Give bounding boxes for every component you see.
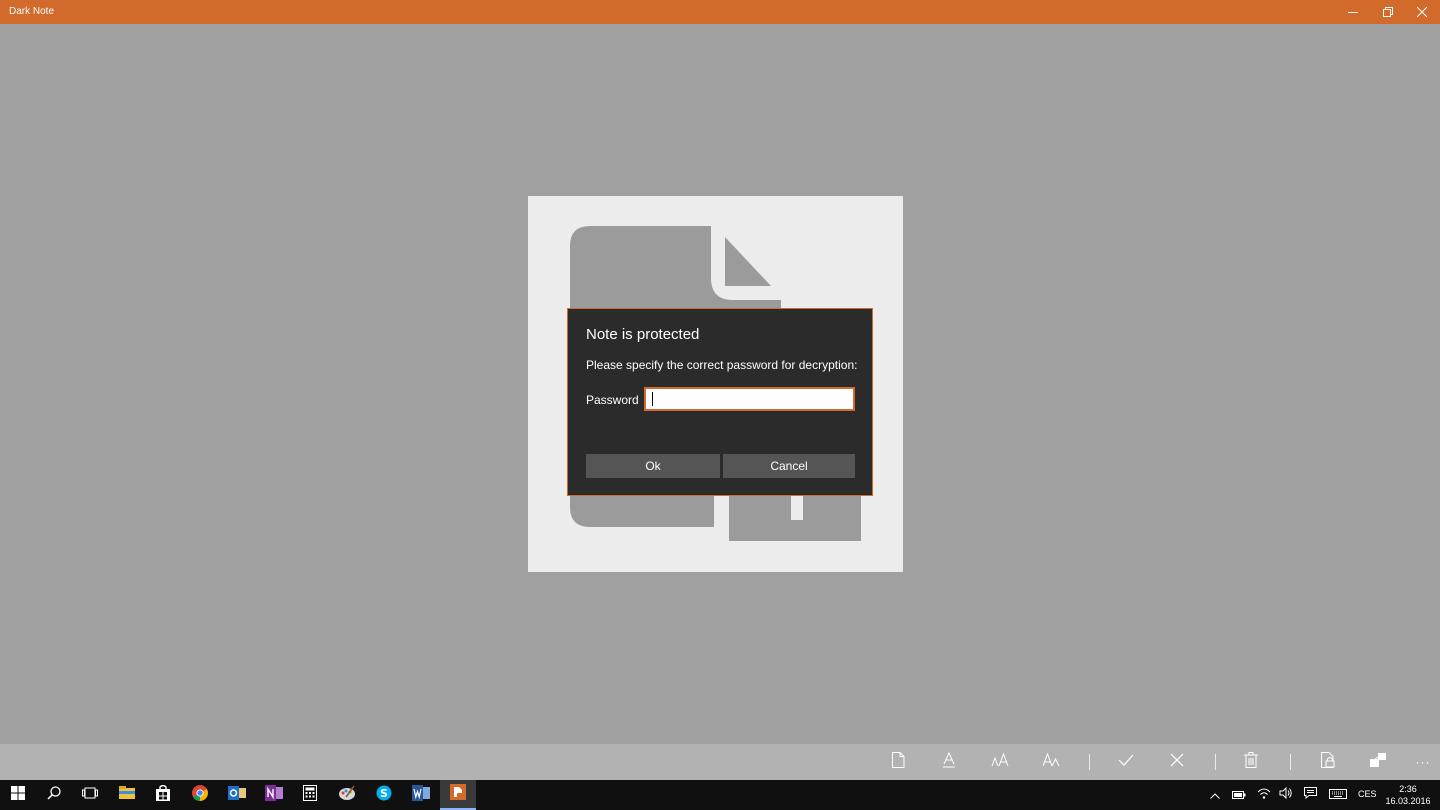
- outlook-button[interactable]: [219, 780, 255, 810]
- password-label: Password: [586, 393, 639, 407]
- cancel-button[interactable]: Cancel: [723, 454, 855, 478]
- password-input[interactable]: [644, 387, 855, 411]
- dialog-title: Note is protected: [586, 326, 700, 343]
- action-center-button[interactable]: [1302, 787, 1318, 803]
- font-size-decrease-icon: [1042, 752, 1060, 772]
- word-icon: [412, 784, 430, 806]
- battery-icon: [1232, 786, 1246, 804]
- minimize-button[interactable]: [1336, 0, 1370, 24]
- outlook-icon: [228, 785, 246, 806]
- input-language-indicator[interactable]: CES: [1358, 789, 1377, 799]
- taskbar: S CES 2:36 16.03.2016: [0, 780, 1440, 810]
- password-dialog: Note is protected Please specify the cor…: [567, 308, 873, 496]
- task-view-icon: [82, 786, 98, 804]
- command-separator: [1089, 754, 1090, 770]
- show-hidden-icons-button[interactable]: [1207, 787, 1223, 803]
- font-icon: [942, 751, 956, 773]
- skype-icon: S: [376, 785, 392, 806]
- file-explorer-icon: [119, 786, 135, 804]
- clock-date: 16.03.2016: [1385, 796, 1431, 806]
- volume-tray-button[interactable]: [1278, 786, 1294, 804]
- restore-icon: [1383, 7, 1393, 17]
- dialog-message: Please specify the correct password for …: [586, 358, 858, 372]
- command-separator: [1290, 754, 1291, 770]
- share-button[interactable]: [1365, 750, 1391, 774]
- clock-time: 2:36: [1399, 784, 1417, 794]
- battery-tray-button[interactable]: [1231, 787, 1247, 803]
- font-button[interactable]: [936, 750, 962, 774]
- restore-button[interactable]: [1371, 0, 1405, 24]
- paint-button[interactable]: [329, 780, 365, 810]
- dark-note-taskbar-button[interactable]: [440, 780, 476, 810]
- calculator-button[interactable]: [292, 780, 328, 810]
- delete-button[interactable]: [1238, 750, 1264, 774]
- ok-button[interactable]: Ok: [586, 454, 720, 478]
- text-caret: [652, 392, 653, 406]
- calculator-icon: [303, 784, 317, 806]
- share-icon: [1369, 752, 1387, 773]
- onenote-icon: [265, 784, 283, 806]
- svg-text:S: S: [380, 787, 388, 800]
- file-explorer-button[interactable]: [109, 780, 145, 810]
- minimize-icon: [1348, 7, 1358, 17]
- skype-button[interactable]: S: [366, 780, 402, 810]
- word-button[interactable]: [403, 780, 439, 810]
- chevron-up-icon: [1210, 786, 1220, 804]
- more-options-button[interactable]: ···: [1412, 750, 1434, 774]
- command-bar: ···: [0, 744, 1440, 780]
- clock[interactable]: 2:36 16.03.2016: [1382, 783, 1434, 807]
- volume-icon: [1279, 786, 1293, 804]
- wifi-icon: [1257, 786, 1271, 804]
- paint-icon: [338, 785, 356, 806]
- save-check-icon: [1118, 753, 1134, 772]
- chrome-icon: [192, 784, 208, 806]
- keyboard-icon: [1329, 786, 1347, 804]
- network-tray-button[interactable]: [1256, 787, 1272, 803]
- close-button[interactable]: [1405, 0, 1439, 24]
- window-title: Dark Note: [9, 6, 55, 17]
- title-bar: Dark Note: [0, 0, 1440, 24]
- task-view-button[interactable]: [72, 780, 108, 810]
- chrome-button[interactable]: [182, 780, 218, 810]
- font-size-increase-icon: [991, 752, 1009, 772]
- dark-note-icon: [450, 783, 466, 805]
- new-note-icon: [891, 751, 905, 773]
- font-size-increase-button[interactable]: [987, 750, 1013, 774]
- action-center-icon: [1303, 786, 1317, 804]
- discard-close-icon: [1170, 753, 1184, 772]
- search-button[interactable]: [36, 780, 72, 810]
- lock-note-button[interactable]: [1315, 750, 1341, 774]
- touch-keyboard-button[interactable]: [1328, 787, 1348, 803]
- discard-button[interactable]: [1164, 750, 1190, 774]
- start-icon: [11, 785, 25, 805]
- close-icon: [1417, 7, 1427, 17]
- store-icon: [155, 784, 171, 806]
- start-button[interactable]: [0, 780, 36, 810]
- new-note-button[interactable]: [885, 750, 911, 774]
- delete-trash-icon: [1244, 751, 1258, 773]
- onenote-button[interactable]: [256, 780, 292, 810]
- search-icon: [47, 785, 61, 805]
- command-separator: [1215, 754, 1216, 770]
- save-button[interactable]: [1113, 750, 1139, 774]
- font-size-decrease-button[interactable]: [1038, 750, 1064, 774]
- lock-note-icon: [1320, 751, 1336, 773]
- store-button[interactable]: [145, 780, 181, 810]
